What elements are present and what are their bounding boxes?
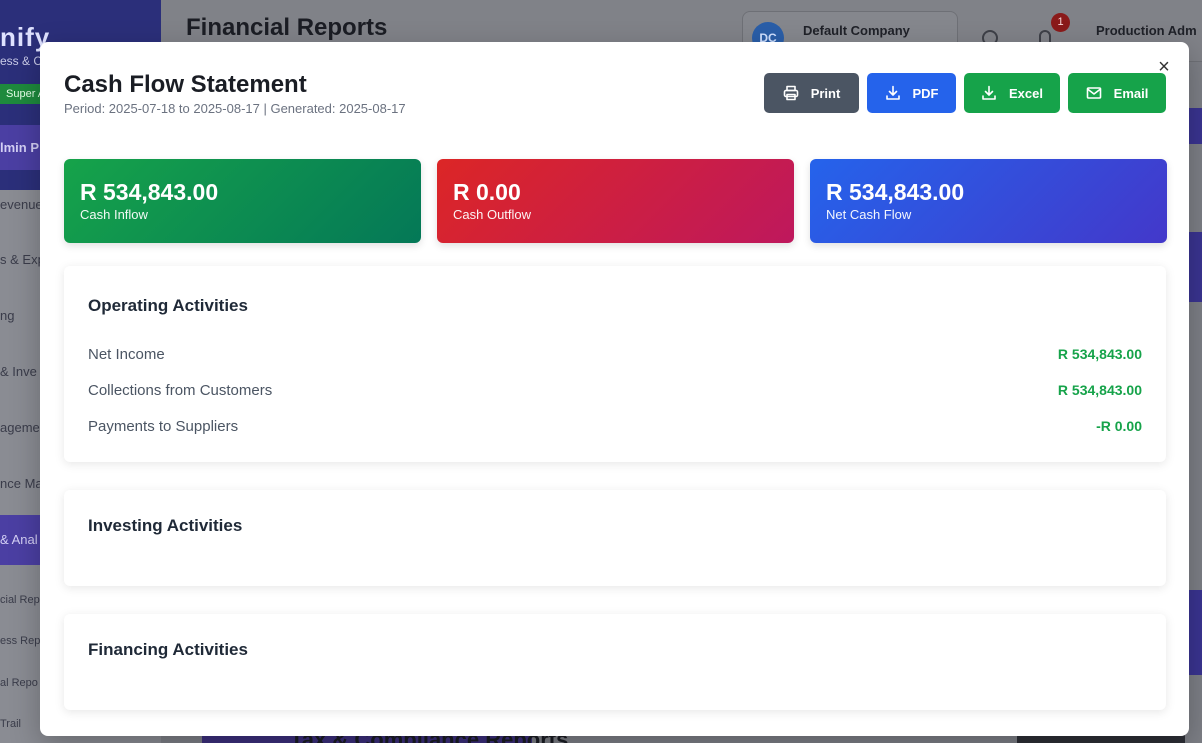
background-card-edge xyxy=(1189,232,1202,302)
email-button[interactable]: Email xyxy=(1068,73,1166,113)
investing-activities-section: Investing Activities xyxy=(64,490,1166,586)
cash-outflow-label: Cash Outflow xyxy=(453,207,532,222)
cash-inflow-card: R 534,843.00 Cash Inflow xyxy=(64,159,421,243)
mail-icon xyxy=(1086,87,1101,99)
background-card-edge xyxy=(1189,590,1202,675)
notification-count-badge: 1 xyxy=(1051,13,1070,32)
background-card-edge xyxy=(1189,108,1202,144)
operating-activities-section: Operating Activities Net Income R 534,84… xyxy=(64,266,1166,462)
cash-outflow-value: R 0.00 xyxy=(453,179,521,205)
page-title: Financial Reports xyxy=(186,14,388,41)
pdf-button[interactable]: PDF xyxy=(867,73,956,113)
row-label: Payments to Suppliers xyxy=(88,417,239,435)
list-item: Collections from Customers R 534,843.00 xyxy=(88,380,1142,400)
row-value: R 534,843.00 xyxy=(1057,382,1142,398)
excel-label: Excel xyxy=(1009,85,1043,101)
list-item: Net Income R 534,843.00 xyxy=(88,344,1142,364)
row-label: Net Income xyxy=(88,345,165,363)
download-icon xyxy=(885,85,900,100)
cash-inflow-label: Cash Inflow xyxy=(80,207,148,222)
net-cash-flow-value: R 534,843.00 xyxy=(826,179,965,205)
row-value: R 534,843.00 xyxy=(1057,346,1142,362)
print-label: Print xyxy=(810,85,841,101)
section-title: Operating Activities xyxy=(88,296,248,315)
download-icon xyxy=(982,85,996,100)
pdf-label: PDF xyxy=(912,85,939,101)
summary-cards: R 534,843.00 Cash Inflow R 0.00 Cash Out… xyxy=(64,159,1167,243)
export-actions: Print PDF Excel Email xyxy=(764,73,1166,113)
printer-icon xyxy=(783,85,798,101)
row-value: -R 0.00 xyxy=(1096,418,1142,434)
app-logo-subtitle: ess & C xyxy=(0,54,43,68)
section-title: Financing Activities xyxy=(88,640,248,659)
net-cash-flow-label: Net Cash Flow xyxy=(826,207,912,222)
cash-inflow-value: R 534,843.00 xyxy=(80,179,219,205)
modal-subtitle: Period: 2025-07-18 to 2025-08-17 | Gener… xyxy=(64,101,406,116)
email-label: Email xyxy=(1113,85,1149,101)
excel-button[interactable]: Excel xyxy=(964,73,1060,113)
cash-outflow-card: R 0.00 Cash Outflow xyxy=(437,159,794,243)
print-button[interactable]: Print xyxy=(764,73,859,113)
financing-activities-section: Financing Activities xyxy=(64,614,1166,710)
row-label: Collections from Customers xyxy=(88,381,273,399)
net-cash-flow-card: R 534,843.00 Net Cash Flow xyxy=(810,159,1167,243)
modal-title: Cash Flow Statement xyxy=(64,71,307,98)
cash-flow-modal: × Cash Flow Statement Period: 2025-07-18… xyxy=(40,42,1189,736)
section-title: Investing Activities xyxy=(88,516,243,535)
company-name: Default Company xyxy=(803,23,910,38)
user-name[interactable]: Production Adm xyxy=(1096,23,1197,38)
list-item: Payments to Suppliers -R 0.00 xyxy=(88,416,1142,436)
